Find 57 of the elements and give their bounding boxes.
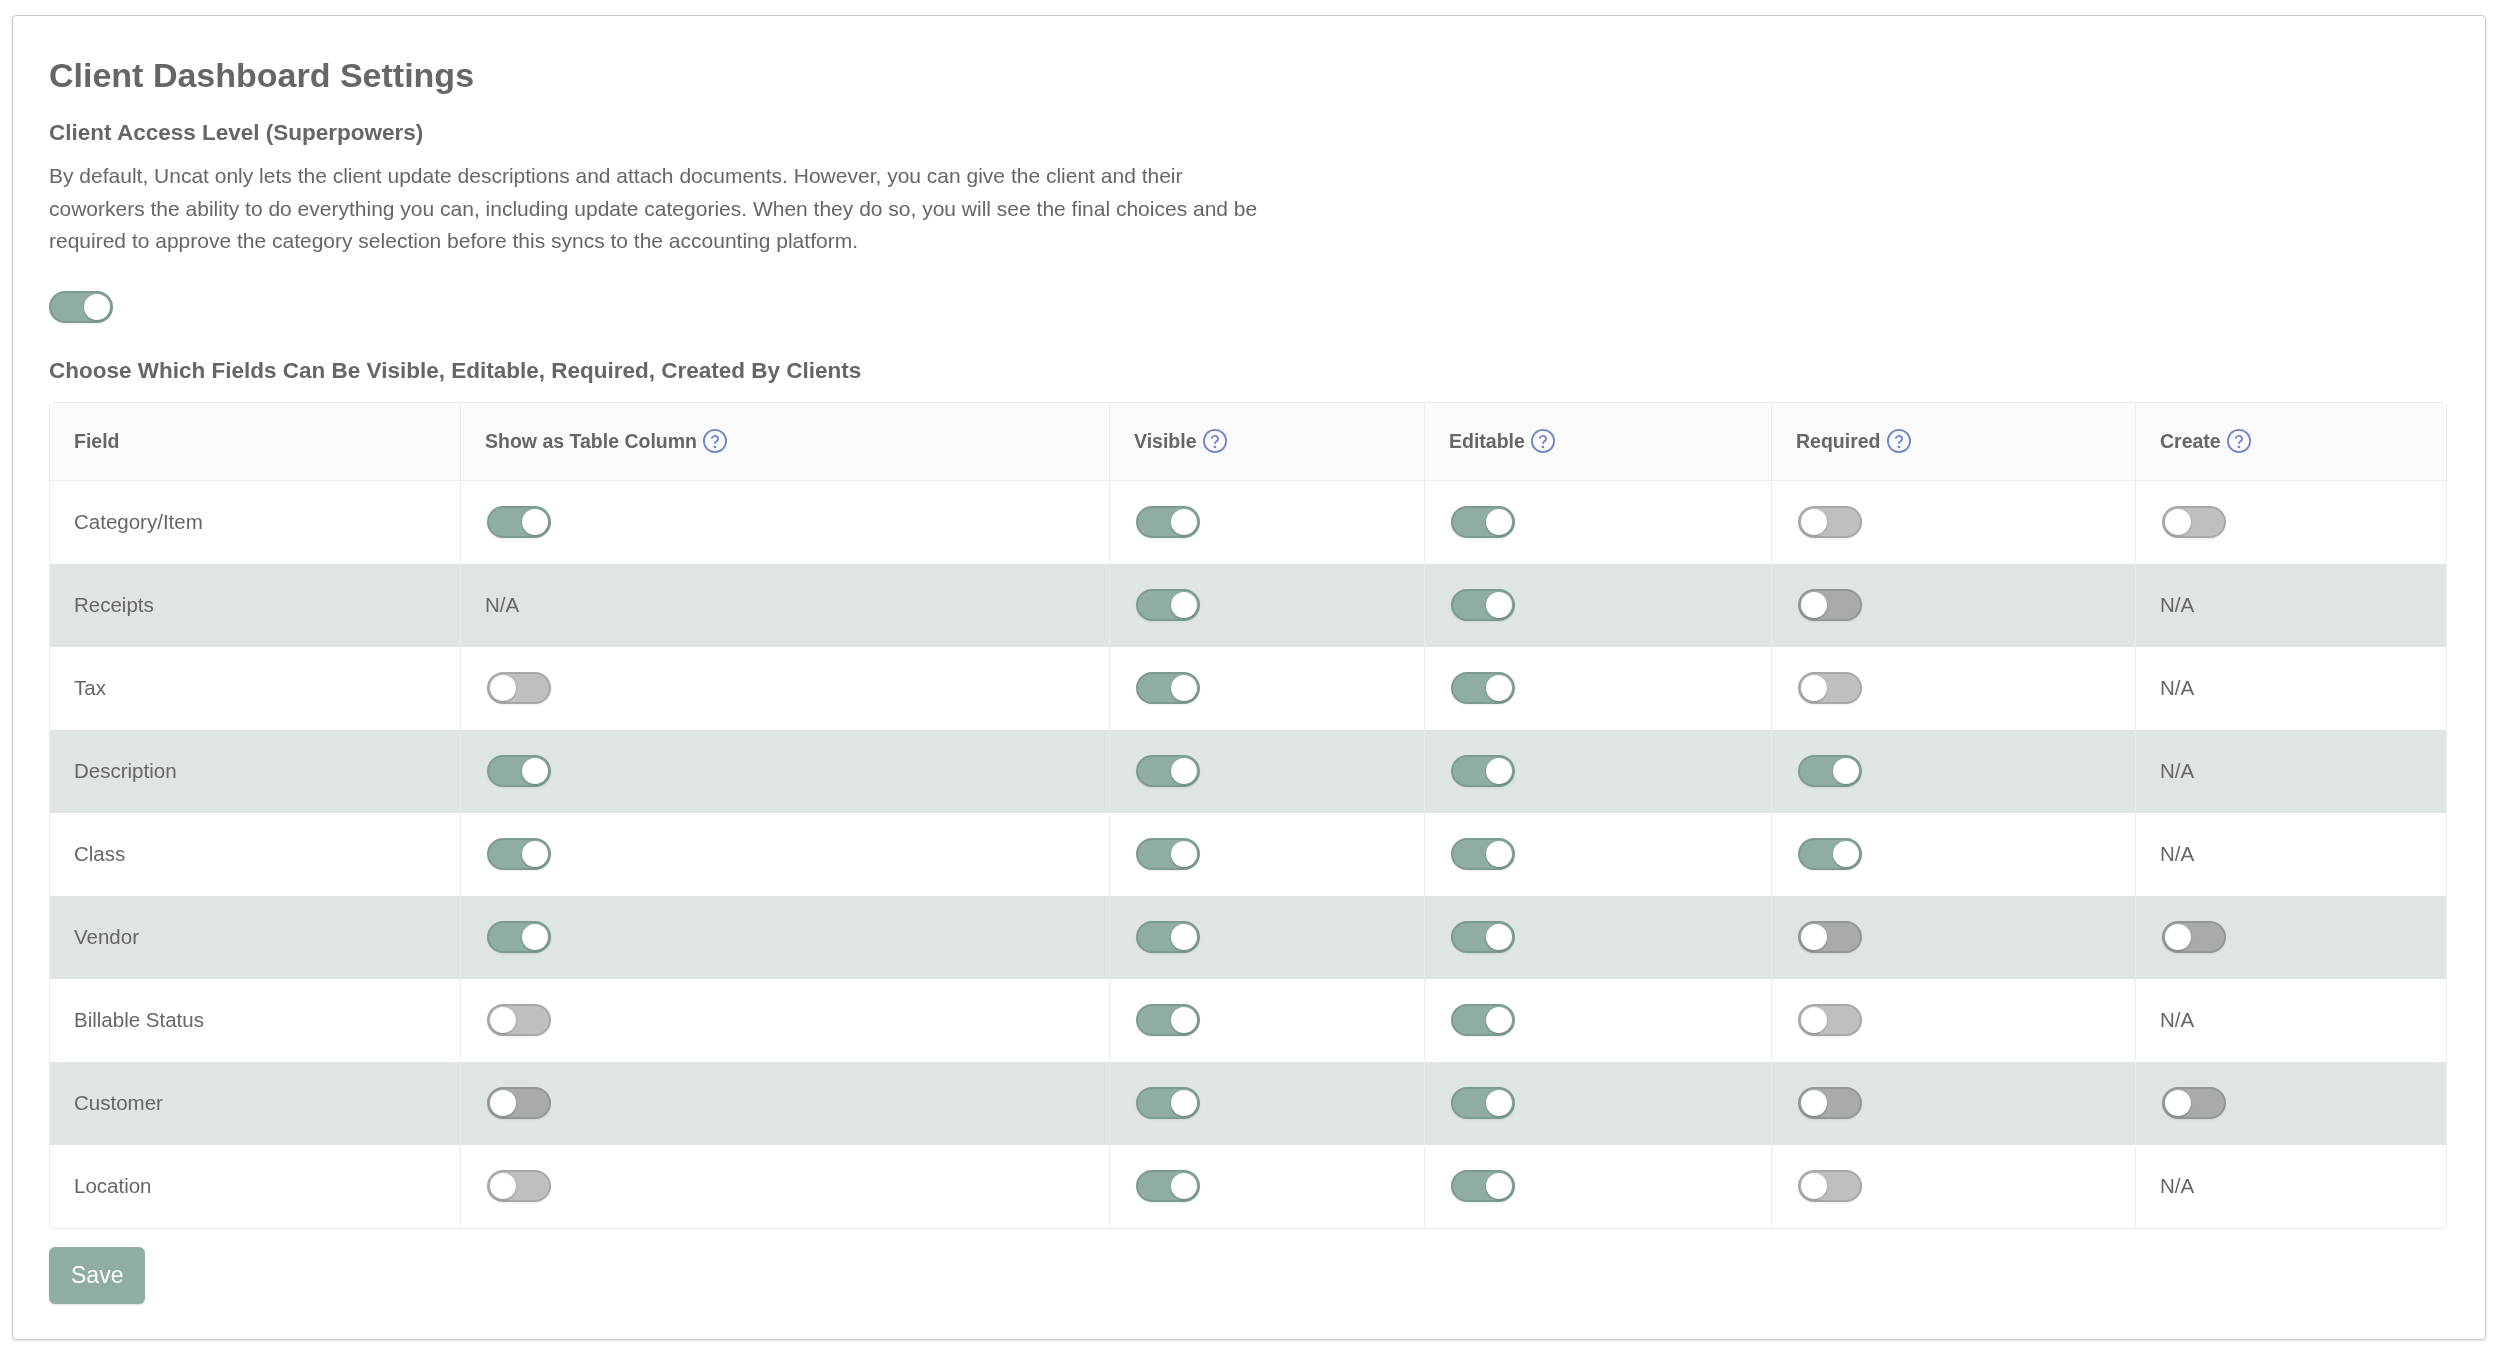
table-cell: N/A (461, 563, 1110, 647)
toggle-switch[interactable] (1136, 589, 1200, 621)
section-heading: Client Access Level (Superpowers) (49, 119, 425, 147)
help-icon[interactable] (1530, 429, 1555, 453)
toggle-switch[interactable] (1451, 755, 1515, 787)
field-name: Class (50, 812, 461, 896)
table-cell-text: N/A (2159, 758, 2196, 784)
toggle-switch[interactable] (487, 921, 551, 953)
toggle-switch[interactable] (1798, 755, 1862, 787)
toggle-switch[interactable] (1451, 506, 1515, 538)
table-cell-text: N/A (2159, 675, 2196, 701)
toggle-switch[interactable] (1136, 755, 1200, 787)
toggle-switch[interactable] (1451, 1170, 1515, 1202)
help-icon[interactable] (2226, 429, 2251, 453)
save-button[interactable]: Save (49, 1246, 146, 1304)
toggle-switch[interactable] (1451, 1004, 1515, 1036)
toggle-switch[interactable] (1451, 838, 1515, 870)
field-name: Tax (50, 646, 461, 730)
help-icon[interactable] (1886, 429, 1911, 453)
toggle-switch[interactable] (1136, 1087, 1200, 1119)
table-cell-text: N/A (2159, 592, 2196, 618)
toggle-switch[interactable] (1451, 672, 1515, 704)
column-header: Required (1796, 429, 1881, 453)
toggle-switch[interactable] (487, 506, 551, 538)
table-cell-text: N/A (2159, 841, 2196, 867)
toggle-switch[interactable] (487, 838, 551, 870)
help-icon[interactable] (703, 429, 727, 453)
help-icon[interactable] (1202, 429, 1227, 453)
field-name: Receipts (50, 563, 461, 647)
page-title: Client Dashboard Settings (49, 55, 476, 96)
toggle-switch[interactable] (1136, 672, 1200, 704)
toggle-switch[interactable] (1136, 1004, 1200, 1036)
field-name: Vendor (50, 895, 461, 979)
field-name: Location (50, 1144, 461, 1228)
description-text: By default, Uncat only lets the client update descriptions and attach documents. However, you can give the client and their coworkers the ability to do everything you can, including update categories. When they do so, you will see the final choices and be required to approve the category selection before this syncs to the accounting platform. (49, 163, 1259, 254)
column-header: Visible (1134, 429, 1197, 453)
section-heading: Choose Which Fields Can Be Visible, Editable, Required, Created By Clients (49, 356, 863, 385)
column-header: Create (2160, 429, 2221, 453)
toggle-switch[interactable] (1136, 506, 1200, 538)
field-name: Customer (50, 1061, 461, 1145)
toggle-switch[interactable] (1798, 838, 1862, 870)
field-name: Billable Status (50, 978, 461, 1062)
field-name: Description (50, 729, 461, 813)
column-header: Editable (1449, 429, 1525, 453)
column-header: Field (74, 429, 120, 453)
toggle-switch[interactable] (1136, 921, 1200, 953)
toggle-switch[interactable] (49, 290, 113, 323)
toggle-switch[interactable] (1451, 589, 1515, 621)
toggle-switch[interactable] (1136, 838, 1200, 870)
toggle-switch[interactable] (1451, 1087, 1515, 1119)
table-cell-text: N/A (2159, 1007, 2196, 1033)
toggle-switch[interactable] (1451, 921, 1515, 953)
toggle-switch[interactable] (487, 755, 551, 787)
table-cell-text: N/A (2159, 1173, 2196, 1199)
toggle-switch[interactable] (1136, 1170, 1200, 1202)
column-header: Show as Table Column (485, 429, 697, 453)
field-name: Category/Item (50, 480, 461, 564)
